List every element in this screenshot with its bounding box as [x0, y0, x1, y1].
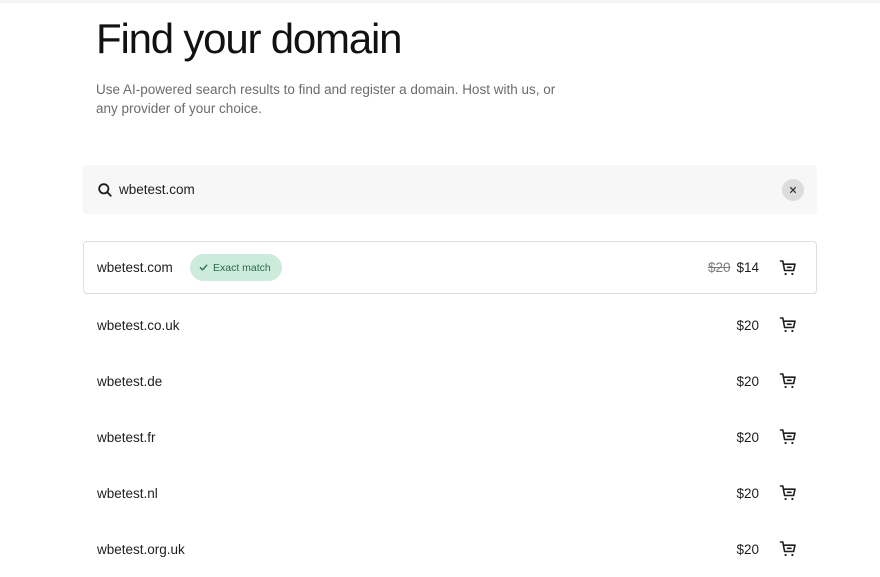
domain-name: wbetest.org.uk: [97, 541, 185, 557]
sale-price: $14: [736, 260, 759, 275]
result-row[interactable]: wbetest.co.uk $20: [83, 297, 817, 353]
close-icon: [789, 181, 797, 199]
top-bar: [0, 0, 880, 3]
domain-name: wbetest.nl: [97, 485, 158, 501]
add-to-cart-button[interactable]: [777, 370, 799, 392]
cart-icon: [779, 429, 796, 445]
search-input[interactable]: [119, 178, 719, 200]
domain-name: wbetest.co.uk: [97, 317, 180, 333]
page-subtitle: Use AI-powered search results to find an…: [96, 81, 596, 118]
add-to-cart-button[interactable]: [777, 314, 799, 336]
domain-price: $20: [736, 317, 759, 333]
domain-price: $20: [736, 429, 759, 445]
price: $20: [736, 318, 759, 333]
add-to-cart-button[interactable]: [777, 257, 799, 279]
result-row[interactable]: wbetest.nl $20: [83, 465, 817, 521]
original-price: $20: [707, 260, 731, 275]
domain-name: wbetest.de: [97, 373, 163, 389]
cart-icon: [779, 373, 796, 389]
check-icon: [199, 264, 208, 271]
add-to-cart-button[interactable]: [777, 482, 799, 504]
price: $20: [736, 374, 759, 389]
domain-price: $20: [736, 373, 759, 389]
badge-label: Exact match: [213, 261, 271, 274]
price: $20: [736, 542, 759, 557]
price: $20: [736, 430, 759, 445]
result-row[interactable]: wbetest.de $20: [83, 353, 817, 409]
page-title: Find your domain: [96, 15, 402, 62]
cart-icon: [779, 485, 796, 501]
cart-icon: [779, 541, 796, 557]
results-list: wbetest.com Exact match $20 $14 wbetest.…: [83, 241, 817, 577]
price: $20: [736, 486, 759, 501]
cart-icon: [779, 317, 796, 333]
domain-price: $20: [736, 485, 759, 501]
domain-price: $20: [736, 541, 759, 557]
result-row[interactable]: wbetest.org.uk $20: [83, 521, 817, 577]
domain-name: wbetest.fr: [97, 429, 156, 445]
search-box: [83, 165, 817, 214]
add-to-cart-button[interactable]: [777, 426, 799, 448]
result-row[interactable]: wbetest.com Exact match $20 $14: [83, 241, 817, 294]
subtitle-line: any provider of your choice.: [96, 100, 262, 116]
add-to-cart-button[interactable]: [777, 538, 799, 560]
clear-search-button[interactable]: [782, 179, 804, 201]
subtitle-line: Use AI-powered search results to find an…: [96, 82, 556, 97]
price: $20 $14: [708, 260, 759, 275]
search-icon: [97, 182, 113, 198]
result-row[interactable]: wbetest.fr $20: [83, 409, 817, 465]
cart-icon: [779, 259, 796, 275]
exact-match-badge: Exact match: [190, 254, 282, 281]
domain-name: wbetest.com: [97, 260, 173, 275]
